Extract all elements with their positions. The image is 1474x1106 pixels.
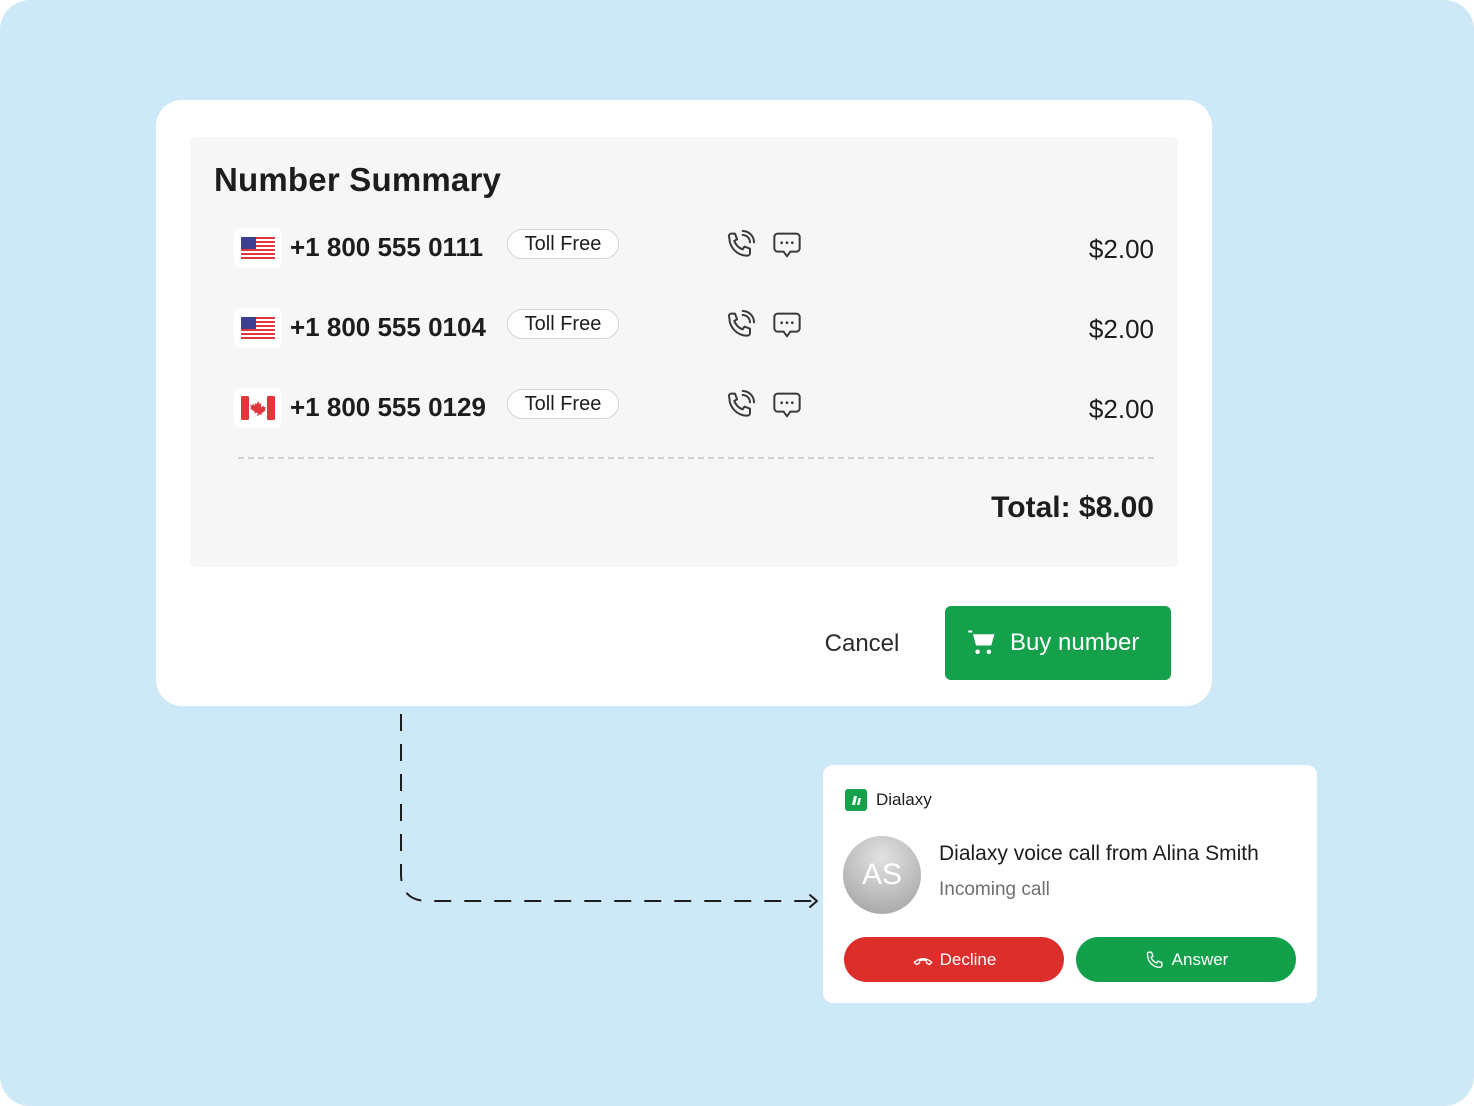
us-flag-icon <box>234 228 282 268</box>
phone-icon <box>1146 951 1163 968</box>
cancel-button[interactable]: Cancel <box>806 626 918 662</box>
phone-number: +1 800 555 0129 <box>290 392 486 422</box>
voice-call-icon <box>727 390 755 417</box>
background-canvas: Number Summary +1 800 555 0111 Toll Free… <box>0 0 1474 1106</box>
hang-up-icon <box>913 957 933 965</box>
number-summary-card: Number Summary +1 800 555 0111 Toll Free… <box>156 100 1212 706</box>
voice-call-icon <box>727 230 755 257</box>
sms-icon <box>773 232 801 258</box>
phone-number: +1 800 555 0111 <box>290 232 484 262</box>
toll-free-badge: Toll Free <box>507 229 619 259</box>
price: $2.00 <box>1088 394 1154 424</box>
buy-number-label: Buy number <box>1010 629 1140 656</box>
number-row: +1 800 555 0111 Toll Free $2.00 <box>234 228 1154 276</box>
answer-label: Answer <box>1171 949 1229 969</box>
call-title: Dialaxy voice call from Alina Smith <box>939 842 1259 865</box>
us-flag-icon <box>234 308 282 348</box>
app-name: Dialaxy <box>876 790 932 809</box>
avatar: AS <box>843 836 921 914</box>
number-row: +1 800 555 0129 Toll Free $2.00 <box>234 388 1154 436</box>
sms-icon <box>773 312 801 338</box>
total-amount: Total: $8.00 <box>991 491 1154 524</box>
canada-flag-icon <box>234 388 282 428</box>
price: $2.00 <box>1088 234 1154 264</box>
toll-free-badge: Toll Free <box>507 309 619 339</box>
buy-number-button[interactable]: Buy number <box>945 606 1171 680</box>
dashed-connector-arrow <box>400 714 818 908</box>
dashed-divider <box>238 457 1154 459</box>
price: $2.00 <box>1088 314 1154 344</box>
decline-label: Decline <box>939 949 997 969</box>
phone-number: +1 800 555 0104 <box>290 312 486 342</box>
number-row: +1 800 555 0104 Toll Free $2.00 <box>234 308 1154 356</box>
decline-button[interactable]: Decline <box>844 937 1064 982</box>
cart-icon <box>968 630 995 654</box>
incoming-call-notification: Dialaxy AS Dialaxy voice call from Alina… <box>823 765 1317 1003</box>
summary-title: Number Summary <box>214 161 502 198</box>
dialaxy-logo-icon <box>845 789 867 811</box>
toll-free-badge: Toll Free <box>507 389 619 419</box>
voice-call-icon <box>727 310 755 337</box>
sms-icon <box>773 392 801 418</box>
answer-button[interactable]: Answer <box>1076 937 1296 982</box>
call-subtitle: Incoming call <box>939 879 1050 900</box>
summary-panel: Number Summary +1 800 555 0111 Toll Free… <box>190 137 1178 567</box>
